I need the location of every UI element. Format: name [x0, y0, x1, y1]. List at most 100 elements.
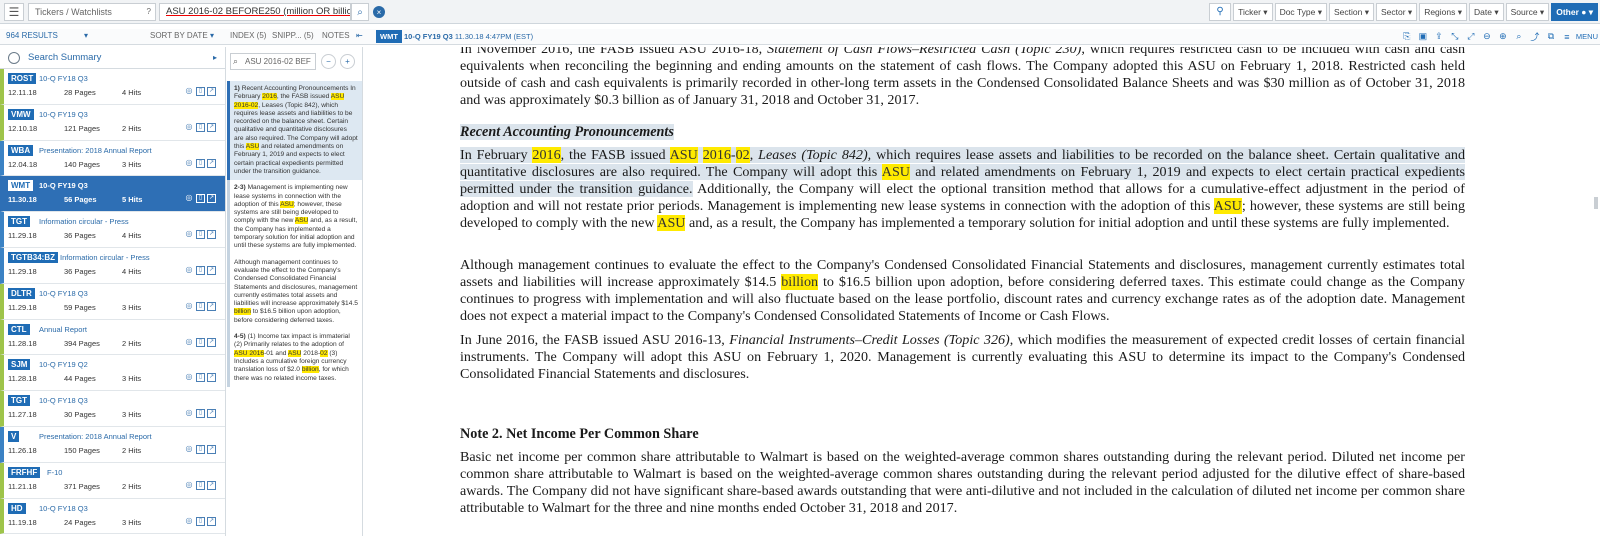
filter-source[interactable]: Source ▾ — [1505, 3, 1550, 21]
result-item[interactable]: HD 10-Q FY18 Q3 11.19.18 24 Pages 3 Hits ◎ ▯ ↗ — [0, 498, 225, 535]
bookmark-icon[interactable]: ▯ — [196, 230, 205, 240]
filter-other[interactable]: Other ● ▾ — [1551, 3, 1598, 21]
scrollbar-thumb[interactable] — [1594, 197, 1598, 209]
open-icon[interactable]: ↗ — [207, 444, 216, 454]
open-icon[interactable]: ↗ — [207, 409, 216, 419]
expand-icon[interactable]: ⤢ — [1464, 31, 1478, 42]
search-summary[interactable]: Search Summary ▸ — [0, 47, 225, 69]
eye-icon[interactable]: ◎ — [184, 230, 194, 239]
share-icon[interactable]: ⤴ — [1528, 30, 1542, 43]
result-item[interactable]: TGT Information circular - Press 11.29.18 3… — [0, 212, 225, 248]
zoom-in-icon[interactable]: ⊕ — [1496, 31, 1510, 42]
menu-label[interactable]: MENU — [1576, 32, 1598, 41]
search-query-input[interactable]: ASU 2016-02 BEFORE250 (million OR billio… — [159, 3, 351, 21]
eye-icon[interactable]: ◎ — [184, 158, 194, 168]
collapse-icon[interactable]: ⤡ — [1448, 31, 1462, 42]
snippet-item[interactable]: Although management continues to evaluat… — [227, 254, 362, 330]
filter-date[interactable]: Date ▾ — [1469, 3, 1504, 21]
result-hits: 3 Hits — [122, 302, 142, 312]
filter-section[interactable]: Section ▾ — [1328, 3, 1374, 21]
open-icon[interactable]: ↗ — [207, 158, 216, 168]
result-item[interactable]: WBA Presentation: 2018 Annual Report 12.04… — [0, 140, 225, 177]
filter-regions[interactable]: Regions ▾ — [1419, 3, 1468, 21]
filter-ticker[interactable]: Ticker ▾ — [1233, 3, 1273, 21]
bookmark-icon[interactable]: ▯ — [196, 87, 205, 96]
result-date: 12.10.18 — [8, 123, 38, 133]
open-icon[interactable]: ↗ — [207, 480, 216, 490]
snippet-search-input[interactable]: ⌕ ASU 2016-02 BEF — [230, 53, 316, 70]
bookmark-icon[interactable]: ▯ — [196, 373, 205, 383]
bookmark-icon[interactable]: ▯ — [196, 301, 205, 311]
open-icon[interactable]: ↗ — [207, 230, 216, 240]
zoom-in-icon[interactable]: + — [340, 54, 355, 69]
menu-icon[interactable]: ≡ — [1560, 32, 1574, 42]
open-icon[interactable]: ↗ — [207, 194, 216, 204]
filter-doc-type[interactable]: Doc Type ▾ — [1274, 3, 1327, 21]
snippet-number: 4-5) — [234, 333, 248, 341]
zoom-out-icon[interactable]: ⊖ — [1480, 31, 1494, 42]
eye-icon[interactable]: ◎ — [184, 301, 194, 311]
search-button[interactable]: ⌕ — [351, 3, 369, 21]
chevron-down-icon[interactable]: ▾ — [84, 31, 88, 40]
copy-icon[interactable]: ⧉ — [1544, 31, 1558, 42]
hamburger-menu-icon[interactable]: ☰ — [4, 3, 24, 21]
eye-icon[interactable]: ◎ — [184, 409, 194, 418]
bookmark-icon[interactable]: ▯ — [196, 480, 205, 490]
bookmark-icon[interactable]: ▯ — [196, 444, 205, 454]
eye-icon[interactable]: ◎ — [184, 337, 194, 347]
eye-icon[interactable]: ◎ — [184, 373, 194, 382]
result-hits: 2 Hits — [122, 123, 142, 133]
eye-icon[interactable]: ◎ — [184, 516, 194, 526]
result-item[interactable]: DLTR 10-Q FY18 Q3 11.29.18 59 Pages 3 Hits ◎ ▯… — [0, 283, 225, 320]
clear-query-button[interactable]: × — [373, 6, 385, 18]
search-doc-icon[interactable]: ⌕ — [1512, 31, 1526, 42]
open-icon[interactable]: ↗ — [207, 301, 216, 311]
snippet-item[interactable]: 1) Recent Accounting Pronouncements In F… — [227, 81, 362, 181]
filter-settings-icon[interactable]: ⚲ — [1209, 3, 1232, 21]
result-item[interactable]: TGTB34:BZ Information circular - Press 11.… — [0, 247, 225, 284]
bookmark-icon[interactable]: ▯ — [196, 158, 205, 168]
result-item[interactable]: VMW 10-Q FY19 Q3 12.10.18 121 Pages 2 Hits ◎ ▯… — [0, 104, 225, 141]
bookmark-icon[interactable]: ▯ — [196, 265, 205, 275]
bookmark-icon[interactable]: ▯ — [196, 516, 205, 526]
tab-snippets[interactable]: SNIPP... (5) — [272, 31, 314, 40]
open-icon[interactable]: ↗ — [207, 516, 216, 526]
eye-icon[interactable]: ◎ — [184, 87, 194, 96]
result-item[interactable]: WMT 10-Q FY19 Q3 11.30.18 56 Pages 5 Hits ◎ ▯ ↗ — [0, 176, 225, 213]
open-icon[interactable]: ↗ — [207, 122, 216, 132]
sort-by-date[interactable]: SORT BY DATE — [150, 31, 208, 40]
open-icon[interactable]: ↗ — [207, 373, 216, 383]
chevron-down-icon[interactable]: ▾ — [210, 31, 214, 40]
result-item[interactable]: FRFHF F-10 11.21.18 371 Pages 2 Hits ◎ ▯ ↗ — [0, 462, 225, 499]
image-icon[interactable]: ▣ — [1416, 31, 1430, 42]
bookmark-icon[interactable]: ▯ — [196, 409, 205, 419]
eye-icon[interactable]: ◎ — [184, 194, 194, 203]
bookmark-icon[interactable]: ▯ — [196, 194, 205, 204]
open-icon[interactable]: ↗ — [207, 87, 216, 96]
bookmark-icon[interactable]: ⎘ — [1400, 31, 1414, 42]
result-item[interactable]: CTL Annual Report 11.28.18 394 Pages 2 Hits ◎… — [0, 319, 225, 356]
open-icon[interactable]: ↗ — [207, 337, 216, 347]
zoom-out-icon[interactable]: − — [321, 54, 336, 69]
snippet-item[interactable]: 2-3) Management is implementing new leas… — [227, 180, 362, 255]
export-icon[interactable]: ⇪ — [1432, 31, 1446, 42]
eye-icon[interactable]: ◎ — [184, 122, 194, 132]
open-icon[interactable]: ↗ — [207, 265, 216, 275]
highlight: ASU — [669, 147, 698, 163]
eye-icon[interactable]: ◎ — [184, 480, 194, 490]
eye-icon[interactable]: ◎ — [184, 265, 194, 275]
bookmark-icon[interactable]: ▯ — [196, 122, 205, 132]
result-item[interactable]: V Presentation: 2018 Annual Report 11.26.1… — [0, 426, 225, 463]
filter-sector[interactable]: Sector ▾ — [1375, 3, 1418, 21]
result-item[interactable]: SJM 10-Q FY19 Q2 11.28.18 44 Pages 3 Hits ◎ ▯ ↗ — [0, 355, 225, 392]
tab-notes[interactable]: NOTES — [322, 31, 350, 40]
tab-index[interactable]: INDEX (5) — [230, 31, 266, 40]
result-item[interactable]: TGT 10-Q FY18 Q3 11.27.18 30 Pages 3 Hits ◎ ▯ ↗ — [0, 391, 225, 427]
bookmark-icon[interactable]: ▯ — [196, 337, 205, 347]
tickers-watchlists-input[interactable]: Tickers / Watchlists ? — [28, 3, 156, 21]
snippet-item[interactable]: 4-5) (1) Income tax impact is immaterial… — [227, 329, 362, 387]
result-item[interactable]: ROST 10-Q FY18 Q3 12.11.18 28 Pages 4 Hits ◎ ▯… — [0, 69, 225, 105]
eye-icon[interactable]: ◎ — [184, 444, 194, 454]
collapse-panel-icon[interactable]: ⇤ — [356, 31, 363, 40]
doc-text: In June 2016, the FASB issued ASU 2016-1… — [460, 332, 730, 348]
